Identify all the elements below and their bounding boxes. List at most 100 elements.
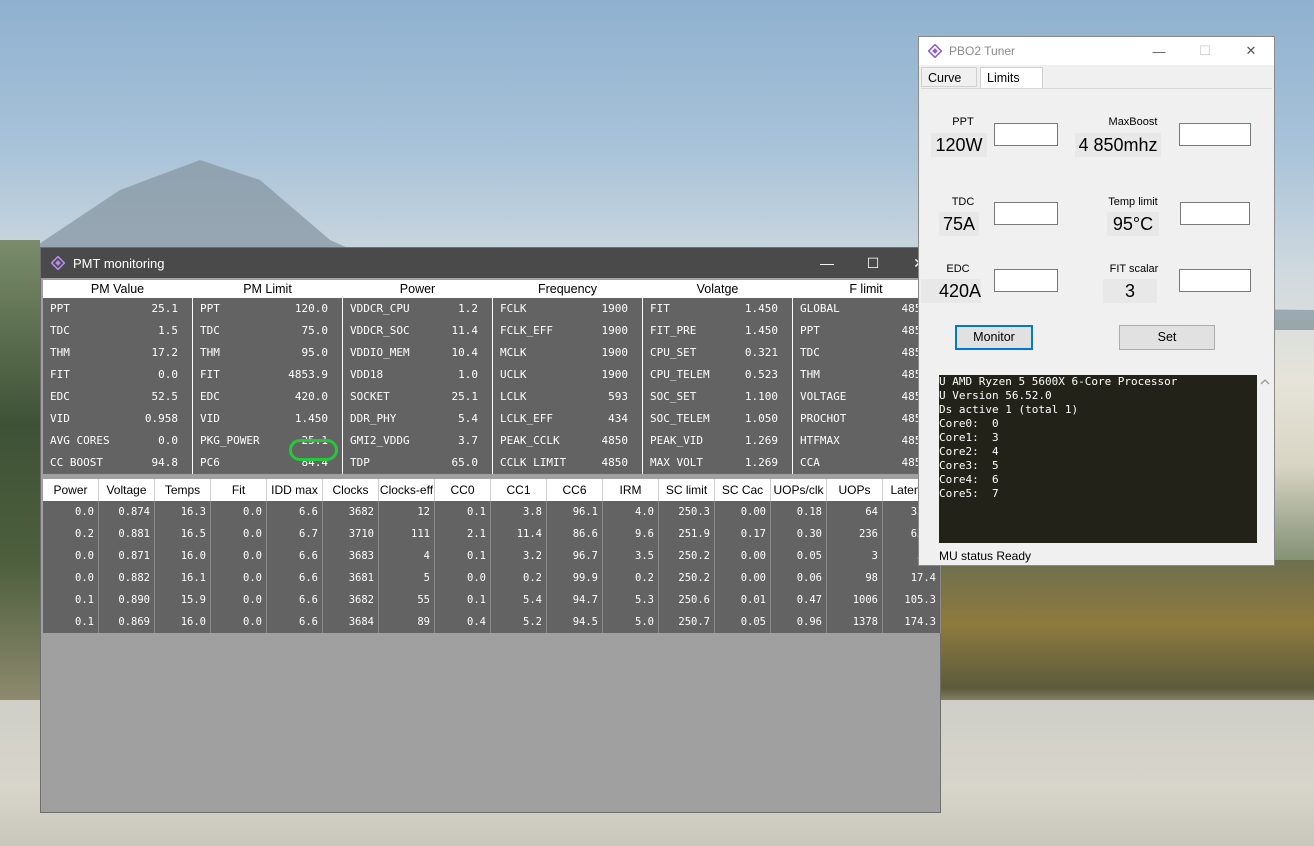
grid-column-header[interactable]: SC limit	[659, 479, 715, 501]
grid-column-header[interactable]: IDD max	[267, 479, 323, 501]
column-body: VDDCR_CPU 1.2 VDDCR_SOC 11.4 VDDIO_MEM 10.4 VD…	[343, 298, 492, 474]
metric-key: VID	[200, 412, 220, 425]
console-output: U AMD Ryzen 5 5600X 6-Core Processor U Ve…	[939, 375, 1257, 543]
metric-value: 25.1	[451, 390, 479, 403]
grid-cell: 174.3	[883, 611, 941, 633]
minimize-icon[interactable]: —	[804, 248, 850, 278]
grid-cell: 0.0	[43, 545, 99, 567]
grid-column-header[interactable]: CC1	[491, 479, 547, 501]
metric-value: 1900	[601, 346, 629, 359]
grid-cell: 0.47	[771, 589, 827, 611]
metric-value: 0.958	[144, 412, 178, 425]
grid-cell: 16.1	[155, 567, 211, 589]
metric-value: 4853.9	[288, 368, 328, 381]
tab-limits[interactable]: Limits	[980, 67, 1043, 89]
metric-value: 0.0	[158, 434, 178, 447]
metric-key: TDC	[200, 324, 220, 337]
app-diamond-icon	[928, 44, 942, 58]
minimize-icon[interactable]: —	[1136, 37, 1182, 65]
vid-highlight-circle	[289, 439, 338, 461]
chevron-up-icon[interactable]	[1257, 375, 1273, 389]
metric-key: FIT_PRE	[650, 324, 697, 337]
grid-cell: 5.4	[491, 589, 547, 611]
grid-cell: 0.96	[771, 611, 827, 633]
metric-key: VID	[50, 412, 70, 425]
metric-key: THM	[50, 346, 70, 359]
tab-curve[interactable]: Curve	[921, 67, 977, 87]
set-button[interactable]: Set	[1119, 325, 1215, 350]
grid-column-header[interactable]: UOPs/clk	[771, 479, 827, 501]
summary-column: Volatge FIT 1.450 FIT_PRE 1.450 CPU_SET 0.321 C…	[643, 280, 792, 474]
metric-value: 1.450	[744, 302, 778, 315]
grid-cell: 6.6	[267, 545, 323, 567]
window-title: PBO2 Tuner	[949, 44, 1016, 58]
grid-column-header[interactable]: UOPs	[827, 479, 883, 501]
column-header: PM Value	[43, 280, 192, 298]
metric-row: FIT 4853.9	[193, 364, 342, 386]
grid-cell: 12	[379, 501, 435, 523]
metric-key: AVG CORES	[50, 434, 110, 447]
metric-key: PKG_POWER	[200, 434, 260, 447]
grid-cell: 6.6	[267, 611, 323, 633]
grid-column-header[interactable]: Power	[43, 479, 99, 501]
metric-value: 3.7	[458, 434, 478, 447]
fitscalar-input[interactable]	[1179, 269, 1251, 292]
metric-row: VDDIO_MEM 10.4	[343, 342, 492, 364]
grid-cell: 96.7	[547, 545, 603, 567]
metric-key: HTFMAX	[800, 434, 840, 447]
metric-row: TDP 65.0	[343, 452, 492, 474]
metric-key: GMI2_VDDG	[350, 434, 410, 447]
edc-input[interactable]	[994, 269, 1058, 292]
grid-cell: 0.0	[211, 611, 267, 633]
grid-cell: 55	[379, 589, 435, 611]
console-scrollbar[interactable]	[1257, 375, 1273, 543]
grid-column-header[interactable]: IRM	[603, 479, 659, 501]
close-icon[interactable]: ✕	[1228, 37, 1274, 65]
grid-body: 0.0 0.874 16.3 0.0 6.6 3682 12 0.1 3.8 96.1 4.0 250…	[43, 501, 941, 633]
metric-row: SOC_TELEM 1.050	[643, 408, 792, 430]
grid-column-header[interactable]: Voltage	[99, 479, 155, 501]
console-line: Core4: 6	[939, 473, 999, 486]
monitor-button[interactable]: Monitor	[955, 325, 1033, 350]
metric-row: PEAK_VID 1.269	[643, 430, 792, 452]
grid-cell: 11.4	[491, 523, 547, 545]
grid-column-header[interactable]: SC Cac	[715, 479, 771, 501]
grid-column-header[interactable]: Clocks-eff	[379, 479, 435, 501]
pmt-monitoring-window: PMT monitoring — ☐ ✕ PM Value PPT 25.1 TDC 1…	[40, 247, 941, 813]
maximize-icon[interactable]: ☐	[850, 248, 896, 278]
grid-column-header[interactable]: Clocks	[323, 479, 379, 501]
maximize-icon[interactable]: ☐	[1182, 37, 1228, 65]
templimit-input[interactable]	[1180, 202, 1250, 225]
metric-value: 0.523	[744, 368, 778, 381]
metric-key: TDP	[350, 456, 370, 469]
metric-row: VDDCR_CPU 1.2	[343, 298, 492, 320]
pmt-titlebar[interactable]: PMT monitoring — ☐ ✕	[41, 248, 940, 278]
grid-column-header[interactable]: CC6	[547, 479, 603, 501]
metric-value: 120.0	[294, 302, 328, 315]
grid-cell: 6.6	[267, 501, 323, 523]
metric-value: 94.8	[151, 456, 179, 469]
metric-row: LCLK_EFF 434	[493, 408, 642, 430]
column-body: FIT 1.450 FIT_PRE 1.450 CPU_SET 0.321 CPU_TELE…	[643, 298, 792, 474]
metric-value: 1.450	[294, 412, 328, 425]
ppt-input[interactable]	[994, 123, 1058, 146]
tdc-input[interactable]	[994, 202, 1058, 225]
metric-key: LCLK	[500, 390, 527, 403]
metric-key: FCLK	[500, 302, 527, 315]
metric-key: FIT	[200, 368, 220, 381]
metric-key: EDC	[200, 390, 220, 403]
metric-row: THM 95.0	[193, 342, 342, 364]
grid-column-header[interactable]: Temps	[155, 479, 211, 501]
tuner-titlebar[interactable]: PBO2 Tuner — ☐ ✕	[919, 37, 1274, 65]
grid-cell: 6.6	[267, 589, 323, 611]
maxboost-input[interactable]	[1179, 123, 1251, 146]
grid-cell: 3.8	[491, 501, 547, 523]
grid-cell: 16.0	[155, 611, 211, 633]
metric-key: TDC	[800, 346, 820, 359]
grid-cell: 0.0	[211, 589, 267, 611]
metric-row: CC BOOST 94.8	[43, 452, 192, 474]
grid-column-header[interactable]: CC0	[435, 479, 491, 501]
metric-key: PPT	[50, 302, 70, 315]
grid-cell: 0.06	[771, 567, 827, 589]
grid-column-header[interactable]: Fit	[211, 479, 267, 501]
